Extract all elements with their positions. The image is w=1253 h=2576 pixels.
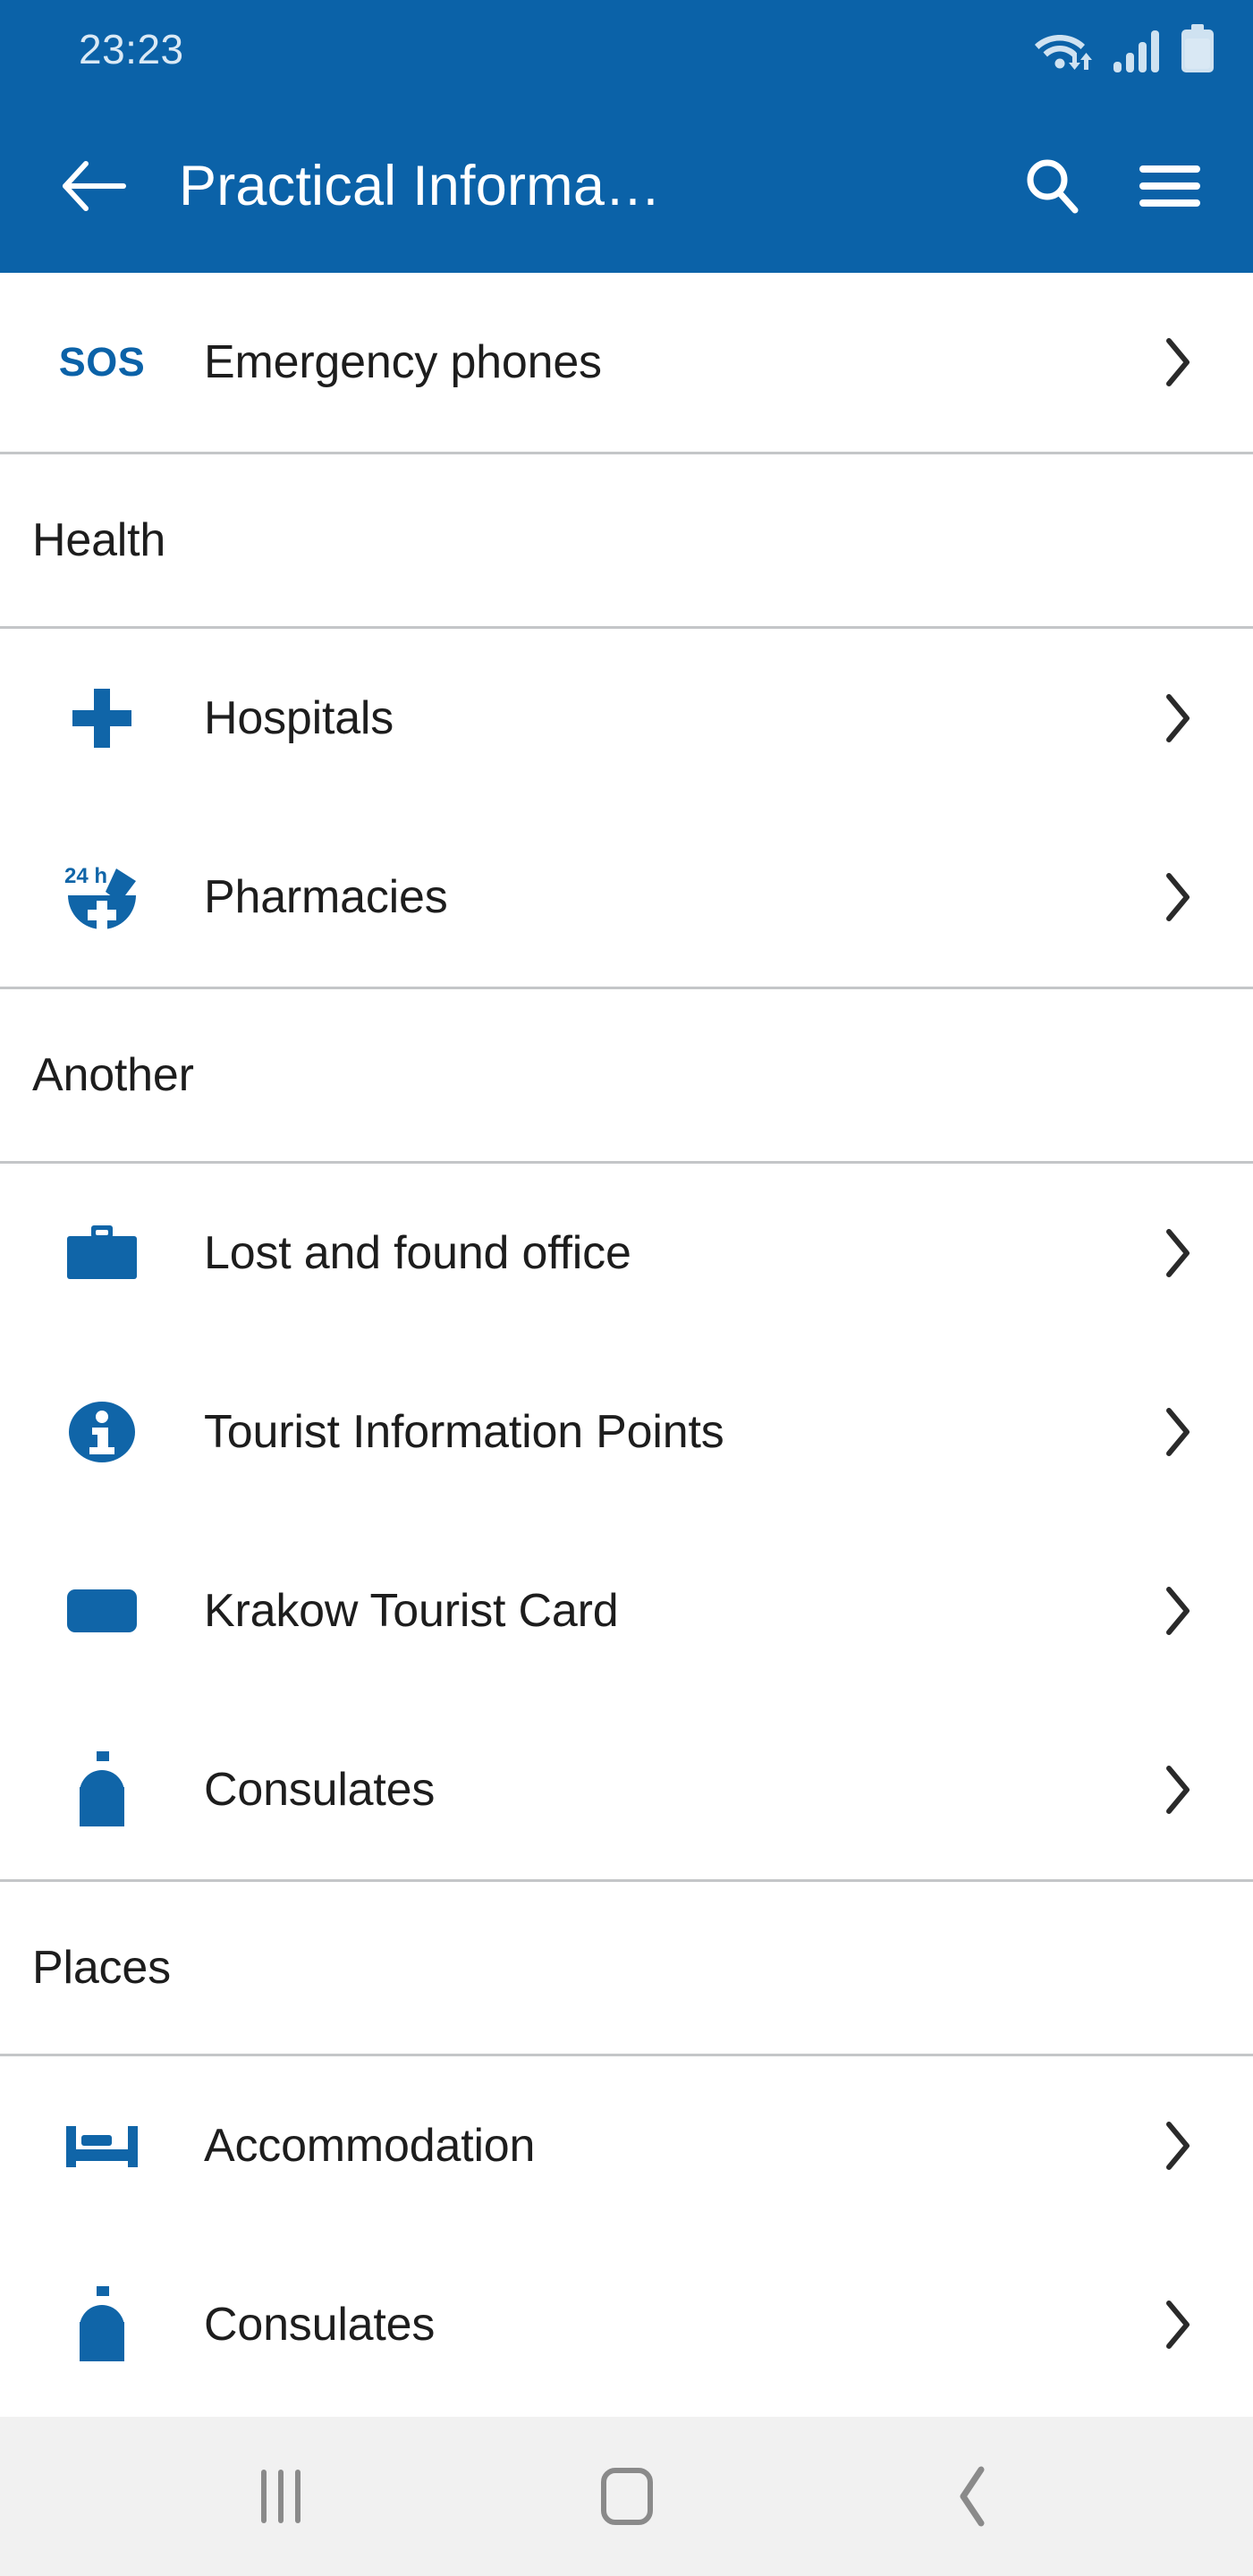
chevron-right-icon: [1142, 691, 1214, 745]
chevron-right-icon: [1142, 1763, 1214, 1817]
chevron-right-icon: [1142, 870, 1214, 924]
section-header-label: Places: [32, 1942, 171, 1994]
recents-icon: [260, 2470, 301, 2523]
consulate-building-icon: [0, 2286, 204, 2363]
chevron-right-icon: [1142, 2298, 1214, 2351]
status-bar-clock: 23:23: [79, 26, 184, 72]
list-item-pharmacies[interactable]: 24 h Pharmacies: [0, 808, 1253, 987]
arrow-left-icon: [61, 158, 131, 214]
list-item-label: Tourist Information Points: [204, 1406, 724, 1458]
chevron-right-icon: [1142, 2119, 1214, 2173]
chevron-right-icon: [1142, 1405, 1214, 1459]
chevron-right-icon: [1142, 1226, 1214, 1280]
info-circle-icon: [0, 1398, 204, 1466]
practical-information-list[interactable]: SOS Emergency phones Health Hospitals 24…: [0, 273, 1253, 2417]
back-button-nav[interactable]: [906, 2429, 1040, 2563]
list-item-tourist-information-points[interactable]: Tourist Information Points: [0, 1343, 1253, 1521]
back-button[interactable]: [55, 146, 136, 226]
svg-text:24 h: 24 h: [64, 864, 107, 888]
section-header-places: Places: [0, 1882, 1253, 2054]
bed-icon: [0, 2121, 204, 2171]
medical-cross-icon: [0, 685, 204, 751]
app-bar: Practical Informa…: [0, 98, 1253, 273]
list-item-partial-next[interactable]: [0, 2414, 1253, 2417]
recents-button[interactable]: [214, 2429, 348, 2563]
list-item-label: Emergency phones: [204, 336, 602, 388]
briefcase-icon: [0, 1225, 204, 1281]
list-item-label: Lost and found office: [204, 1227, 631, 1279]
status-bar-icons: [1033, 24, 1215, 74]
page-title: Practical Informa…: [179, 154, 662, 217]
list-item-label: Krakow Tourist Card: [204, 1585, 619, 1637]
section-header-health: Health: [0, 454, 1253, 626]
search-button[interactable]: [1003, 137, 1101, 235]
list-item-krakow-tourist-card[interactable]: Krakow Tourist Card: [0, 1521, 1253, 1700]
battery-icon: [1180, 24, 1215, 74]
sos-badge-label: SOS: [58, 339, 146, 385]
section-header-label: Another: [32, 1049, 194, 1101]
section-header-label: Health: [32, 514, 166, 566]
chevron-right-icon: [1142, 1584, 1214, 1638]
cellular-signal-icon: [1112, 28, 1165, 74]
list-item-label: Consulates: [204, 1764, 436, 1816]
wifi-icon: [1033, 26, 1097, 74]
consulate-building-icon: [0, 1751, 204, 1828]
chevron-right-icon: [1142, 335, 1214, 389]
sos-text-icon: SOS: [0, 339, 204, 386]
phone-screen: 23:23 Practical Informa… SOS Emergency p…: [0, 0, 1253, 2576]
list-item-label: Accommodation: [204, 2120, 536, 2172]
pharmacy-24h-mortar-icon: 24 h: [0, 860, 204, 935]
status-bar: 23:23: [0, 0, 1253, 98]
home-button[interactable]: [560, 2429, 694, 2563]
list-item-label: Consulates: [204, 2299, 436, 2351]
list-item-hospitals[interactable]: Hospitals: [0, 629, 1253, 808]
list-item-consulates-another[interactable]: Consulates: [0, 1700, 1253, 1879]
hamburger-menu-icon: [1138, 160, 1202, 212]
list-item-label: Pharmacies: [204, 871, 448, 923]
list-item-consulates-places[interactable]: Consulates: [0, 2235, 1253, 2414]
list-item-accommodation[interactable]: Accommodation: [0, 2056, 1253, 2235]
android-navigation-bar: [0, 2417, 1253, 2576]
home-icon: [600, 2468, 653, 2525]
list-item-lost-and-found-office[interactable]: Lost and found office: [0, 1164, 1253, 1343]
card-icon: [0, 1589, 204, 1633]
menu-button[interactable]: [1121, 137, 1219, 235]
section-header-another: Another: [0, 989, 1253, 1161]
back-icon: [952, 2464, 994, 2529]
search-icon: [1020, 154, 1084, 218]
list-item-emergency-phones[interactable]: SOS Emergency phones: [0, 273, 1253, 452]
list-item-label: Hospitals: [204, 692, 394, 744]
